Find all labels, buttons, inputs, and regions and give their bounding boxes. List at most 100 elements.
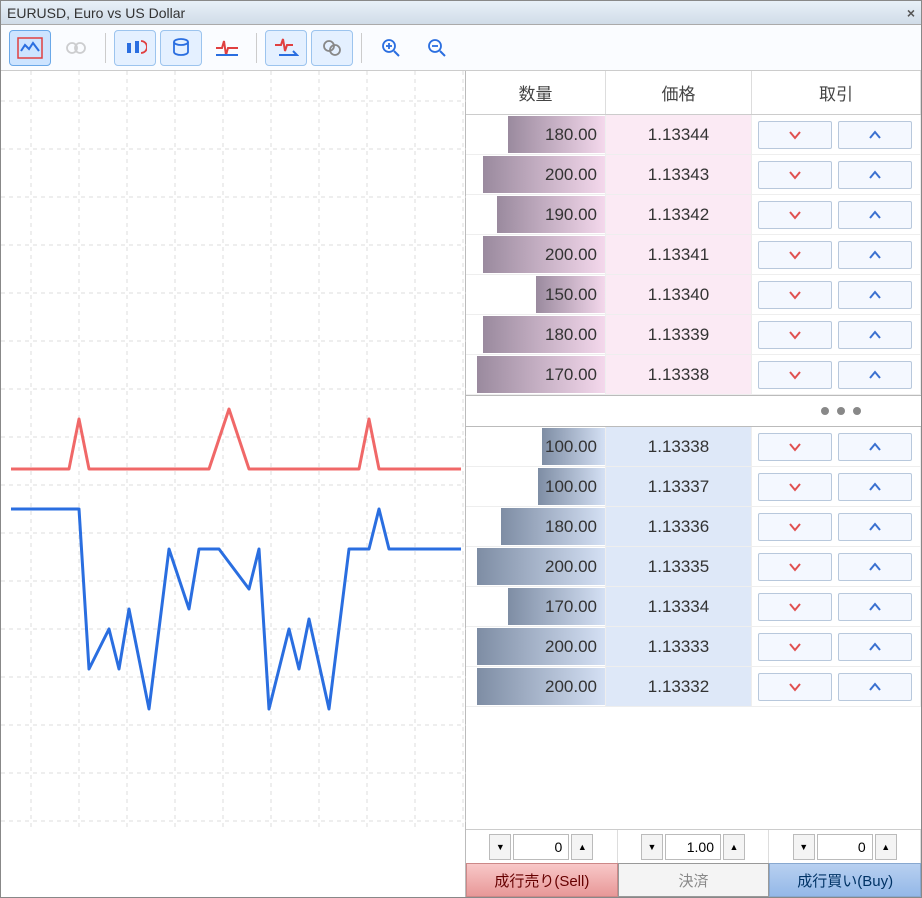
buy-at-price-button[interactable] <box>838 553 912 581</box>
sell-at-price-button[interactable] <box>758 513 832 541</box>
price-value: 1.13332 <box>606 667 752 707</box>
dom-bid-row: 200.00 1.13335 <box>466 547 921 587</box>
volume-value: 100.00 <box>545 477 597 497</box>
market-sell-button[interactable]: 成行売り(Sell) <box>466 863 618 897</box>
volume-value: 180.00 <box>545 517 597 537</box>
dom-ask-row: 170.00 1.13338 <box>466 355 921 395</box>
sl-down-button[interactable]: ▼ <box>489 834 511 860</box>
dom-bid-row: 200.00 1.13332 <box>466 667 921 707</box>
volume-value: 180.00 <box>545 325 597 345</box>
buy-at-price-button[interactable] <box>838 121 912 149</box>
ellipsis-icon <box>821 407 861 415</box>
sl-up-button[interactable]: ▲ <box>571 834 593 860</box>
header-trade: 取引 <box>752 71 921 114</box>
price-value: 1.13338 <box>606 355 752 395</box>
sell-at-price-button[interactable] <box>758 321 832 349</box>
sell-at-price-button[interactable] <box>758 593 832 621</box>
volume-value: 150.00 <box>545 285 597 305</box>
sell-at-price-button[interactable] <box>758 161 832 189</box>
lot-input[interactable] <box>665 834 721 860</box>
dom-ask-row: 200.00 1.13343 <box>466 155 921 195</box>
price-value: 1.13342 <box>606 195 752 235</box>
buy-at-price-button[interactable] <box>838 361 912 389</box>
two-circles-button[interactable] <box>311 30 353 66</box>
pulse-arrow-button[interactable] <box>265 30 307 66</box>
sell-at-price-button[interactable] <box>758 241 832 269</box>
pulse-line-button[interactable] <box>206 30 248 66</box>
close-icon[interactable]: × <box>907 5 915 21</box>
buy-at-price-button[interactable] <box>838 161 912 189</box>
sl-input[interactable] <box>513 834 569 860</box>
dom-ask-row: 180.00 1.13339 <box>466 315 921 355</box>
lot-down-button[interactable]: ▼ <box>641 834 663 860</box>
volume-value: 200.00 <box>545 637 597 657</box>
barrel-button[interactable] <box>160 30 202 66</box>
volume-value: 190.00 <box>545 205 597 225</box>
price-value: 1.13341 <box>606 235 752 275</box>
price-value: 1.13340 <box>606 275 752 315</box>
zoom-out-button[interactable] <box>416 30 458 66</box>
buy-at-price-button[interactable] <box>838 281 912 309</box>
dom-header: 数量 価格 取引 <box>466 71 921 115</box>
sell-at-price-button[interactable] <box>758 553 832 581</box>
buy-at-price-button[interactable] <box>838 241 912 269</box>
candlestick-refresh-button[interactable] <box>114 30 156 66</box>
tp-input[interactable] <box>817 834 873 860</box>
volume-value: 200.00 <box>545 245 597 265</box>
buy-at-price-button[interactable] <box>838 593 912 621</box>
price-value: 1.13339 <box>606 315 752 355</box>
buy-at-price-button[interactable] <box>838 673 912 701</box>
circles-button[interactable] <box>55 30 97 66</box>
price-value: 1.13336 <box>606 507 752 547</box>
tick-chart <box>1 71 466 897</box>
sell-at-price-button[interactable] <box>758 281 832 309</box>
close-position-button[interactable]: 決済 <box>618 863 770 897</box>
dom-bid-row: 170.00 1.13334 <box>466 587 921 627</box>
price-value: 1.13334 <box>606 587 752 627</box>
lot-up-button[interactable]: ▲ <box>723 834 745 860</box>
sell-at-price-button[interactable] <box>758 673 832 701</box>
sell-at-price-button[interactable] <box>758 201 832 229</box>
sell-at-price-button[interactable] <box>758 433 832 461</box>
dom-ask-row: 200.00 1.13341 <box>466 235 921 275</box>
header-volume: 数量 <box>466 71 606 114</box>
volume-value: 170.00 <box>545 365 597 385</box>
price-value: 1.13338 <box>606 427 752 467</box>
buy-at-price-button[interactable] <box>838 433 912 461</box>
market-buy-button[interactable]: 成行買い(Buy) <box>769 863 921 897</box>
volume-value: 200.00 <box>545 557 597 577</box>
tp-down-button[interactable]: ▼ <box>793 834 815 860</box>
sell-at-price-button[interactable] <box>758 361 832 389</box>
price-value: 1.13343 <box>606 155 752 195</box>
volume-value: 170.00 <box>545 597 597 617</box>
dom-bid-row: 180.00 1.13336 <box>466 507 921 547</box>
spread-row <box>466 395 921 427</box>
order-input-row: ▼ ▲ ▼ ▲ ▼ ▲ <box>466 829 921 863</box>
buy-at-price-button[interactable] <box>838 201 912 229</box>
volume-value: 200.00 <box>545 677 597 697</box>
volume-value: 100.00 <box>545 437 597 457</box>
buy-at-price-button[interactable] <box>838 321 912 349</box>
dom-ask-row: 180.00 1.13344 <box>466 115 921 155</box>
sell-at-price-button[interactable] <box>758 121 832 149</box>
volume-value: 200.00 <box>545 165 597 185</box>
tick-chart-button[interactable] <box>9 30 51 66</box>
buy-at-price-button[interactable] <box>838 513 912 541</box>
price-value: 1.13335 <box>606 547 752 587</box>
dom-bid-row: 200.00 1.13333 <box>466 627 921 667</box>
buy-at-price-button[interactable] <box>838 473 912 501</box>
buy-at-price-button[interactable] <box>838 633 912 661</box>
zoom-in-button[interactable] <box>370 30 412 66</box>
tp-up-button[interactable]: ▲ <box>875 834 897 860</box>
dom-bid-row: 100.00 1.13337 <box>466 467 921 507</box>
trading-window: EURUSD, Euro vs US Dollar × <box>0 0 922 898</box>
titlebar: EURUSD, Euro vs US Dollar × <box>1 1 921 25</box>
header-price: 価格 <box>606 71 752 114</box>
sell-at-price-button[interactable] <box>758 473 832 501</box>
dom-panel: 数量 価格 取引 180.00 1.13344 200.00 1.13343 <box>466 71 921 897</box>
dom-bid-row: 100.00 1.13338 <box>466 427 921 467</box>
price-value: 1.13337 <box>606 467 752 507</box>
window-title: EURUSD, Euro vs US Dollar <box>7 5 185 21</box>
price-value: 1.13333 <box>606 627 752 667</box>
sell-at-price-button[interactable] <box>758 633 832 661</box>
